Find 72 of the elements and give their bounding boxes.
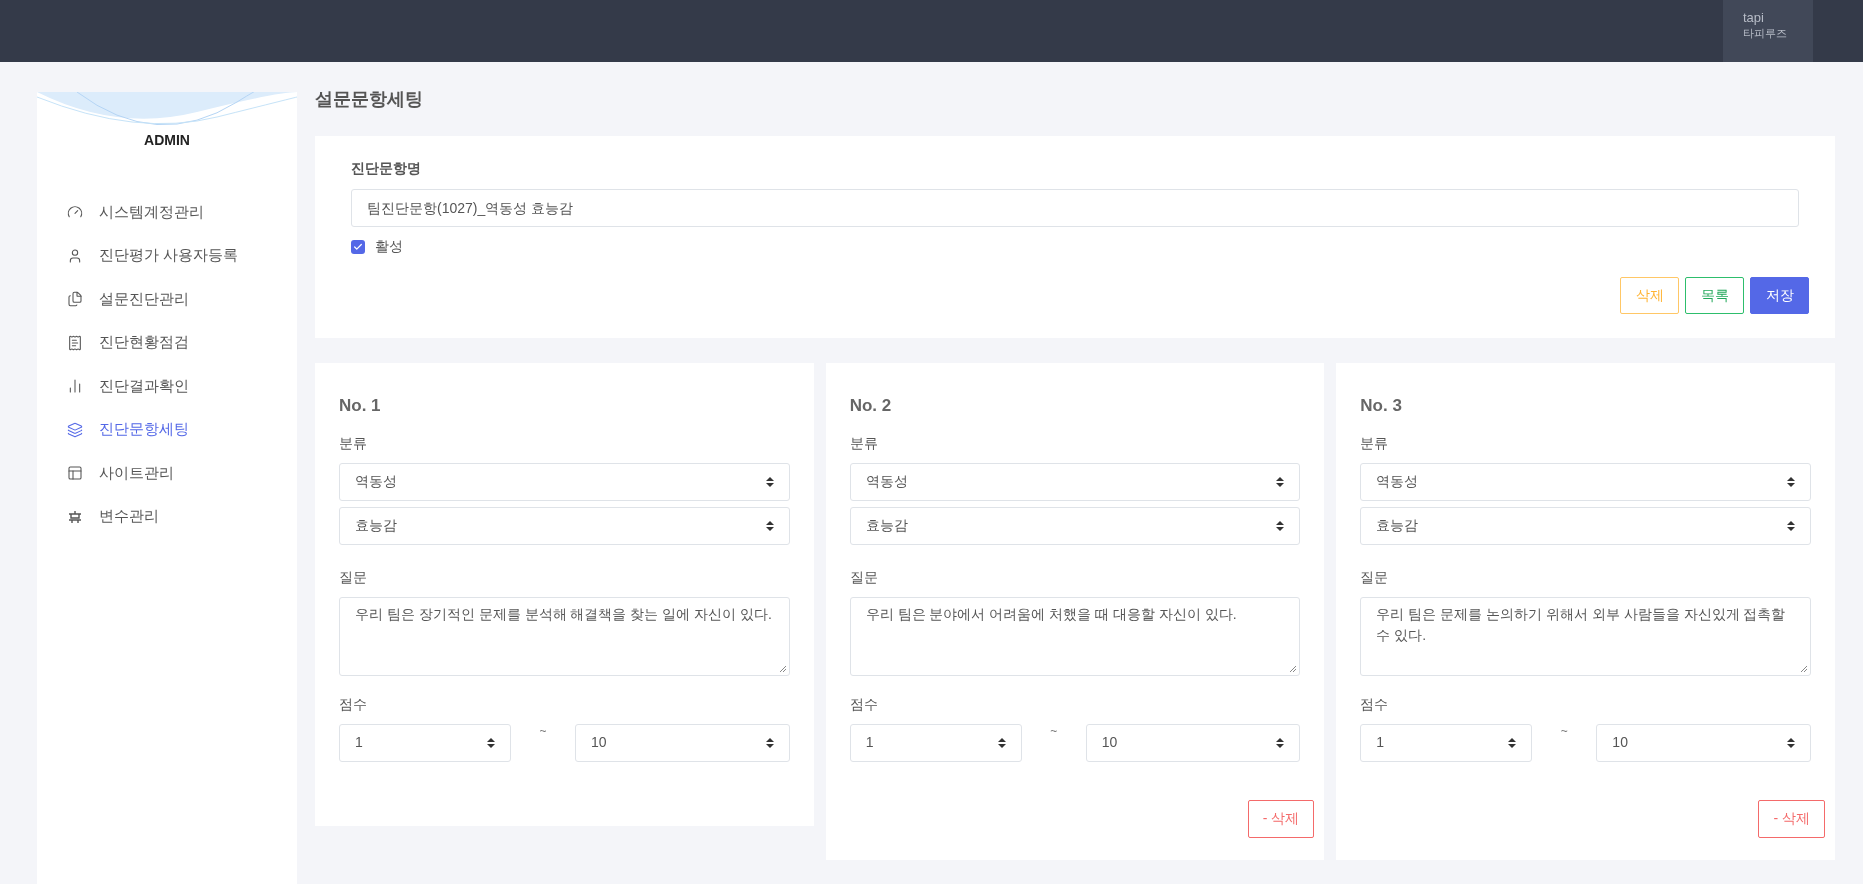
score-select[interactable]: 10 — [1596, 723, 1811, 762]
sort-caret-icon — [1276, 475, 1285, 488]
resize-grip-icon — [1289, 664, 1298, 673]
documents-icon — [67, 291, 83, 307]
field-label: 점수 — [339, 694, 368, 714]
page-title: 설문문항세팅 — [315, 88, 424, 111]
user-menu[interactable]: tapi 타피루즈 — [1723, 0, 1813, 62]
sort-caret-icon — [765, 519, 774, 532]
field-label: 점수 — [1360, 694, 1390, 714]
range-separator: ~ — [1049, 723, 1059, 738]
field-label: 분류 — [339, 433, 368, 453]
sidebar-item[interactable]: 설문진단관리 — [37, 284, 297, 314]
field-label: 질문 — [849, 567, 879, 587]
sort-caret-icon — [765, 475, 774, 488]
action-button[interactable]: 저장 — [1750, 277, 1809, 314]
question-number: No. 1 — [339, 395, 382, 417]
sort-caret-icon — [487, 736, 495, 749]
sort-caret-icon — [1787, 736, 1795, 749]
sort-caret-icon — [1276, 736, 1285, 749]
field-label: 질문 — [339, 567, 368, 587]
resize-grip-icon — [778, 664, 787, 673]
score-select[interactable]: 10 — [1085, 723, 1301, 762]
field-label: 분류 — [1360, 433, 1390, 453]
check-icon — [353, 241, 363, 252]
panel-layout-icon — [67, 465, 83, 481]
receipt-icon — [67, 334, 83, 351]
input-field[interactable]: 팀진단문항(1027)_역동성 효능감 — [351, 189, 1799, 227]
sidebar-item[interactable]: 진단문항세팅 — [37, 414, 297, 445]
sidebar-item[interactable]: 사이트관리 — [37, 458, 297, 488]
subcategory-select[interactable]: 효능감 — [339, 506, 790, 545]
gauge-icon — [67, 204, 83, 220]
subcategory-select[interactable]: 효능감 — [849, 506, 1301, 545]
checkbox[interactable] — [351, 239, 365, 254]
score-select[interactable]: 1 — [849, 723, 1022, 762]
sidebar-item[interactable]: 변수관리 — [37, 501, 297, 532]
field-label: 질문 — [1360, 567, 1390, 587]
range-separator: ~ — [538, 723, 548, 738]
category-select[interactable]: 역동성 — [339, 462, 790, 501]
score-select[interactable]: 10 — [575, 723, 790, 762]
sidebar-item[interactable]: 시스템계정관리 — [37, 197, 297, 227]
question-number: No. 3 — [1360, 395, 1403, 417]
field-label: 진단문항명 — [351, 159, 422, 178]
balance-icon — [67, 508, 83, 525]
bar-chart-icon — [67, 378, 83, 394]
question-field[interactable]: 우리 팀은 장기적인 문제를 분석해 해결책을 찾는 일에 자신이 있다. — [339, 596, 790, 676]
score-select[interactable]: 1 — [339, 723, 511, 762]
sidebar-item[interactable]: 진단현황점검 — [37, 327, 297, 358]
checkbox-label: 활성 — [375, 237, 403, 256]
field-label: 점수 — [849, 694, 879, 714]
resize-grip-icon — [1800, 664, 1808, 673]
score-select[interactable]: 1 — [1360, 723, 1533, 762]
user-icon — [67, 247, 83, 264]
sort-caret-icon — [1276, 519, 1285, 532]
sort-caret-icon — [765, 736, 774, 749]
range-separator: ~ — [1559, 723, 1569, 738]
sidebar-item[interactable]: 진단평가 사용자등록 — [37, 240, 297, 271]
sort-caret-icon — [1787, 519, 1795, 532]
category-select[interactable]: 역동성 — [849, 462, 1301, 501]
user-name: 타피루즈 — [1743, 26, 1788, 40]
question-field[interactable]: 우리 팀은 문제를 논의하기 위해서 외부 사람들을 자신있게 접촉할 수 있다. — [1360, 596, 1811, 676]
field-label: 분류 — [849, 433, 879, 453]
user-id: tapi — [1743, 10, 1765, 26]
sort-caret-icon — [997, 736, 1006, 749]
sort-caret-icon — [1787, 475, 1795, 488]
sidebar-title: ADMIN — [143, 131, 191, 150]
sort-caret-icon — [1508, 736, 1517, 749]
category-select[interactable]: 역동성 — [1360, 462, 1811, 501]
sidebar-item[interactable]: 진단결과확인 — [37, 371, 297, 401]
subcategory-select[interactable]: 효능감 — [1360, 506, 1811, 545]
question-field[interactable]: 우리 팀은 분야에서 어려움에 처했을 때 대응할 자신이 있다. — [849, 596, 1301, 676]
question-number: No. 2 — [849, 395, 893, 417]
layers-icon — [67, 421, 83, 438]
